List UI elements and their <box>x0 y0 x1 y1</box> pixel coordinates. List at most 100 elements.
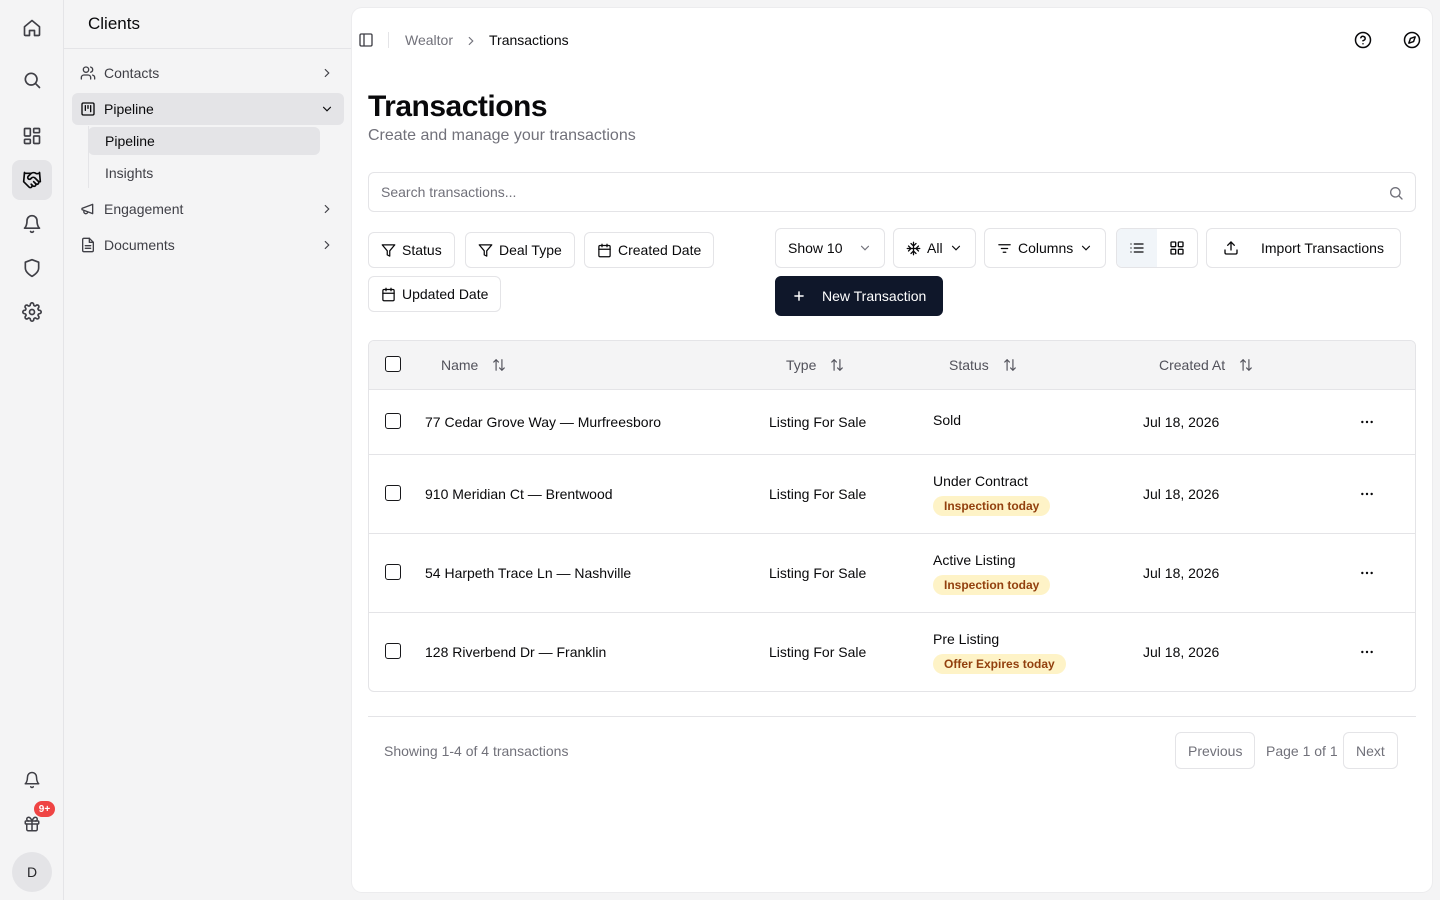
shield-icon[interactable] <box>12 248 52 288</box>
snowflake-icon <box>906 241 921 255</box>
grid-view-icon[interactable] <box>1157 229 1197 267</box>
transaction-status: Active Listing <box>933 552 1016 568</box>
transaction-type: Listing For Sale <box>769 414 867 430</box>
more-icon[interactable] <box>1357 642 1377 662</box>
column-header-name[interactable]: Name <box>441 357 506 373</box>
transaction-type: Listing For Sale <box>769 565 867 581</box>
chevron-down-icon <box>951 245 960 251</box>
status-badge: Inspection today <box>933 575 1051 595</box>
created-date-filter-button[interactable]: Created Date <box>584 232 715 268</box>
import-transactions-button[interactable]: Import Transactions <box>1206 228 1401 268</box>
table-row[interactable]: 77 Cedar Grove Way — Murfreesboro Listin… <box>369 390 1415 455</box>
divider <box>388 32 389 48</box>
pagination-summary: Showing 1-4 of 4 transactions <box>384 743 569 759</box>
columns-button[interactable]: Columns <box>984 228 1107 268</box>
transaction-name[interactable]: 77 Cedar Grove Way — Murfreesboro <box>425 414 661 430</box>
upload-icon <box>1224 241 1238 255</box>
secondary-sidebar: Clients Contacts Pipeline Pipeline Insig… <box>64 0 352 900</box>
kanban-icon <box>81 102 95 116</box>
table-row[interactable]: 910 Meridian Ct — Brentwood Listing For … <box>369 455 1415 534</box>
sort-icon <box>831 359 844 371</box>
page-size-select[interactable]: Show 10 <box>775 228 885 268</box>
table-row[interactable]: 128 Riverbend Dr — Franklin Listing For … <box>369 613 1415 691</box>
sidebar-item-label: Pipeline <box>104 101 154 117</box>
icon-rail: 9+ D <box>0 0 64 900</box>
chevron-right-icon <box>468 36 474 46</box>
table-header: Name Type Status Created At <box>369 341 1415 390</box>
column-label: Created At <box>1159 357 1226 373</box>
new-transaction-button[interactable]: New Transaction <box>775 276 944 316</box>
page-subtitle: Create and manage your transactions <box>368 127 636 144</box>
transaction-status: Under Contract <box>933 473 1028 489</box>
button-label: Created Date <box>618 242 702 258</box>
transaction-name[interactable]: 128 Riverbend Dr — Franklin <box>425 644 606 660</box>
more-icon[interactable] <box>1357 412 1377 432</box>
home-icon[interactable] <box>12 8 52 48</box>
main-panel: Wealtor Transactions Transactions Create… <box>352 8 1432 892</box>
column-header-status[interactable]: Status <box>949 357 1017 373</box>
list-view-icon[interactable] <box>1117 229 1157 267</box>
table-row[interactable]: 54 Harpeth Trace Ln — Nashville Listing … <box>369 534 1415 613</box>
filter-icon <box>381 243 396 257</box>
sidebar-item-label: Documents <box>104 237 175 253</box>
column-label: Status <box>949 357 989 373</box>
search-input[interactable] <box>381 173 1371 211</box>
transaction-name[interactable]: 54 Harpeth Trace Ln — Nashville <box>425 565 631 581</box>
divider <box>368 716 1416 717</box>
dashboard-icon[interactable] <box>12 116 52 156</box>
more-icon[interactable] <box>1357 563 1377 583</box>
sort-icon <box>1240 359 1252 371</box>
breadcrumb-root[interactable]: Wealtor <box>405 32 453 48</box>
chevron-down-icon <box>1082 245 1091 251</box>
chevron-down-icon <box>322 106 332 112</box>
sidebar-toggle-icon[interactable] <box>358 32 374 48</box>
button-label: Updated Date <box>402 286 489 302</box>
select-value: Show 10 <box>788 240 843 256</box>
help-icon[interactable] <box>1354 31 1372 49</box>
divider <box>64 48 352 49</box>
column-header-created-at[interactable]: Created At <box>1159 357 1253 373</box>
column-header-type[interactable]: Type <box>786 357 844 373</box>
sidebar-item-contacts[interactable]: Contacts <box>72 57 344 89</box>
bell-icon[interactable] <box>12 204 52 244</box>
sidebar-subitem-insights[interactable]: Insights <box>88 159 320 187</box>
sidebar-subitem-pipeline[interactable]: Pipeline <box>88 127 320 155</box>
filter-icon <box>478 243 493 257</box>
previous-page-button[interactable]: Previous <box>1175 732 1256 769</box>
calendar-icon <box>382 287 395 301</box>
button-label: Status <box>402 242 442 258</box>
chevron-down-icon <box>860 245 870 251</box>
transaction-type: Listing For Sale <box>769 486 867 502</box>
avatar[interactable]: D <box>12 852 52 892</box>
users-icon <box>80 66 96 80</box>
all-filter-button[interactable]: All <box>893 228 976 268</box>
sidebar-item-engagement[interactable]: Engagement <box>72 193 344 225</box>
button-label: Columns <box>1018 240 1074 256</box>
row-checkbox[interactable] <box>385 485 401 501</box>
more-icon[interactable] <box>1357 484 1377 504</box>
search-icon[interactable] <box>12 60 52 100</box>
transactions-table: Name Type Status Created At 77 Cedar Gro… <box>368 340 1416 692</box>
deal-type-filter-button[interactable]: Deal Type <box>465 232 575 268</box>
notifications-bell-icon[interactable] <box>12 760 52 800</box>
breadcrumb-current: Transactions <box>489 32 569 48</box>
button-label: Import Transactions <box>1261 240 1384 256</box>
gear-icon[interactable] <box>12 292 52 332</box>
sidebar-item-documents[interactable]: Documents <box>72 229 344 261</box>
transaction-created-at: Jul 18, 2026 <box>1143 565 1220 581</box>
row-checkbox[interactable] <box>385 413 401 429</box>
plus-icon <box>794 291 804 301</box>
select-all-checkbox[interactable] <box>385 356 401 372</box>
handshake-icon[interactable] <box>12 160 52 200</box>
compass-icon[interactable] <box>1403 31 1421 49</box>
transaction-name[interactable]: 910 Meridian Ct — Brentwood <box>425 486 613 502</box>
row-checkbox[interactable] <box>385 564 401 580</box>
sidebar-item-pipeline[interactable]: Pipeline <box>72 93 344 125</box>
column-label: Type <box>786 357 817 373</box>
transaction-status: Sold <box>933 412 962 428</box>
next-page-button[interactable]: Next <box>1343 732 1398 769</box>
page-indicator: Page 1 of 1 <box>1266 743 1338 759</box>
updated-date-filter-button[interactable]: Updated Date <box>368 276 502 312</box>
status-filter-button[interactable]: Status <box>368 232 455 268</box>
row-checkbox[interactable] <box>385 643 401 659</box>
